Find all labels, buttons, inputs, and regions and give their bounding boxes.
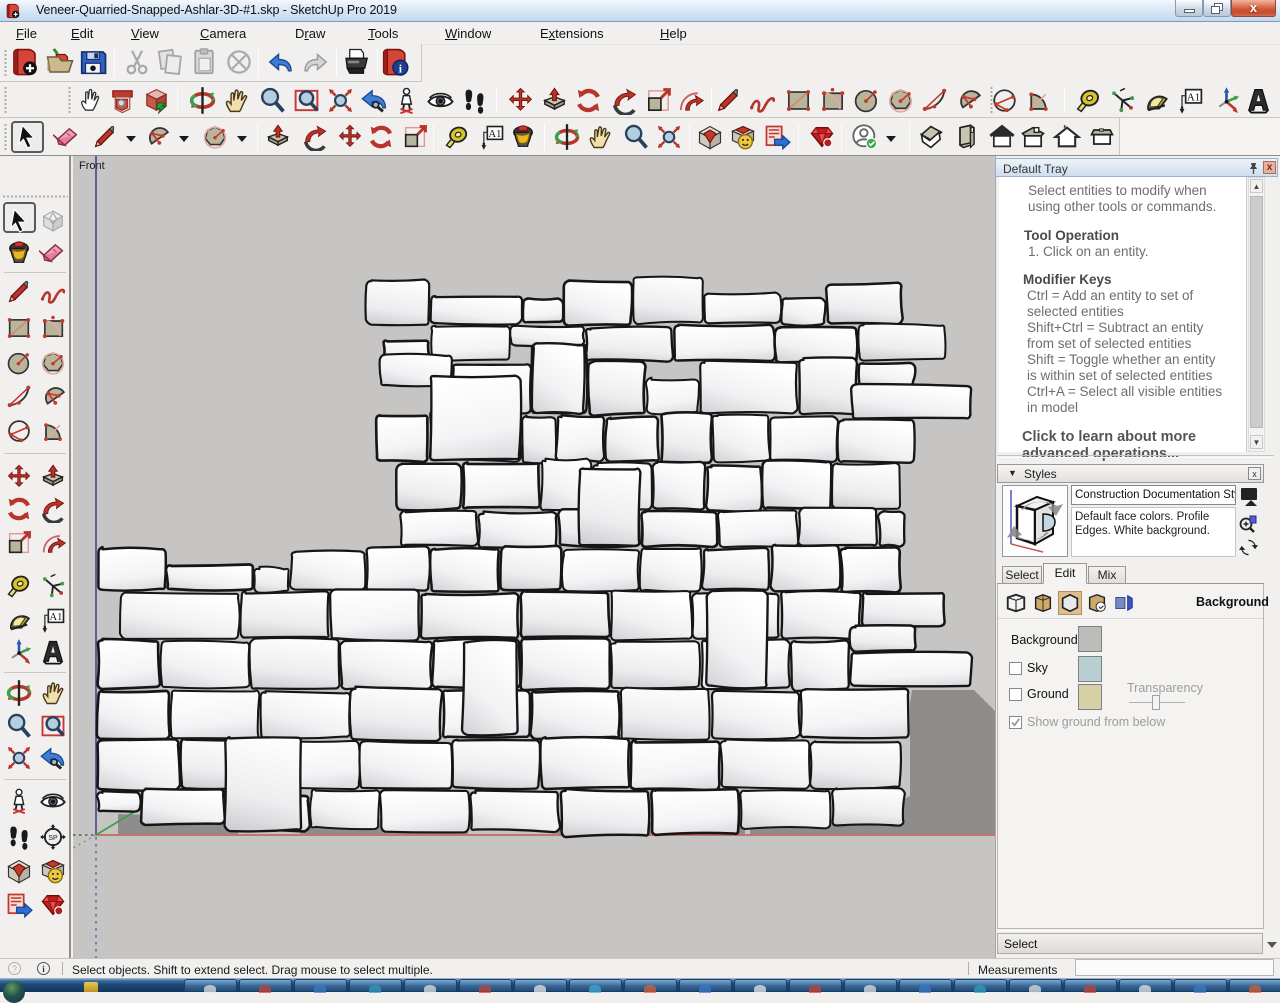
svg-text:Front: Front <box>79 160 105 172</box>
svg-text:SP: SP <box>48 835 58 842</box>
svg-text:A1: A1 <box>1187 92 1200 104</box>
svg-text:A1: A1 <box>488 129 501 140</box>
svg-text:A1: A1 <box>49 612 62 623</box>
